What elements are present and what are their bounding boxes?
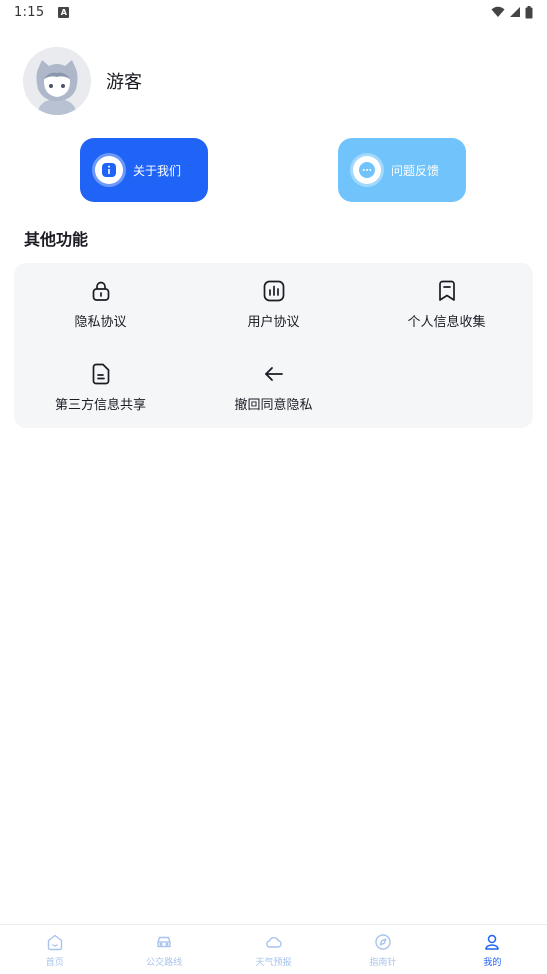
arrow-left-icon [263, 363, 285, 385]
info-icon [95, 156, 123, 184]
bookmark-icon [436, 280, 458, 302]
functions-card: 隐私协议 用户协议 个人信息收集 第三方信息共享 撤回同意隐私 [14, 263, 533, 428]
bus-icon [157, 936, 171, 948]
status-time: 1:15 [14, 4, 45, 20]
nav-mine-label: 我的 [483, 958, 502, 968]
nav-home-label: 首页 [45, 958, 64, 968]
chat-bubble-icon [353, 156, 381, 184]
about-us-button[interactable]: 关于我们 [80, 138, 208, 202]
home-icon [47, 934, 62, 951]
privacy-policy-label: 隐私协议 [74, 315, 127, 330]
status-bar: 1:15 A [0, 0, 547, 24]
feedback-label: 问题反馈 [391, 163, 440, 178]
about-us-label: 关于我们 [133, 163, 182, 178]
lock-icon [90, 280, 112, 302]
profile-page: 1:15 A 游客 关于我们 问题反馈 其他功能 隐私协议 用户协议 个人信息收… [0, 0, 547, 974]
document-icon [90, 363, 112, 385]
profile-header: 游客 [23, 47, 142, 115]
avatar-illustration-icon [23, 47, 91, 115]
third-party-sharing-item[interactable]: 第三方信息共享 [14, 363, 187, 413]
compass-icon [375, 934, 391, 950]
personal-info-collection-label: 个人信息收集 [407, 315, 486, 330]
battery-icon [525, 5, 533, 18]
feedback-button[interactable]: 问题反馈 [338, 138, 466, 202]
chart-icon [263, 280, 285, 302]
privacy-policy-item[interactable]: 隐私协议 [14, 280, 187, 330]
nav-mine[interactable]: 我的 [438, 925, 547, 974]
user-agreement-item[interactable]: 用户协议 [187, 280, 360, 330]
nav-bus[interactable]: 公交路线 [109, 925, 218, 974]
section-title: 其他功能 [24, 230, 89, 249]
avatar[interactable] [23, 47, 91, 115]
bottom-nav: 首页 公交路线 天气预报 指南针 我的 [0, 924, 547, 974]
wifi-icon [491, 6, 505, 17]
notification-icon: A [58, 6, 70, 18]
personal-info-collection-item[interactable]: 个人信息收集 [360, 280, 533, 330]
nav-bus-label: 公交路线 [146, 958, 183, 968]
nav-home[interactable]: 首页 [0, 925, 109, 974]
user-agreement-label: 用户协议 [247, 315, 300, 330]
nav-compass-label: 指南针 [369, 958, 397, 968]
cloud-icon [265, 937, 282, 948]
nav-weather-label: 天气预报 [255, 958, 292, 968]
user-icon [485, 934, 500, 950]
nav-weather[interactable]: 天气预报 [219, 925, 328, 974]
nav-compass[interactable]: 指南针 [328, 925, 437, 974]
withdraw-consent-label: 撤回同意隐私 [234, 398, 313, 413]
withdraw-consent-item[interactable]: 撤回同意隐私 [187, 363, 360, 413]
status-indicators [491, 5, 533, 19]
username: 游客 [106, 72, 142, 93]
third-party-sharing-label: 第三方信息共享 [54, 398, 146, 413]
signal-icon [510, 7, 520, 17]
